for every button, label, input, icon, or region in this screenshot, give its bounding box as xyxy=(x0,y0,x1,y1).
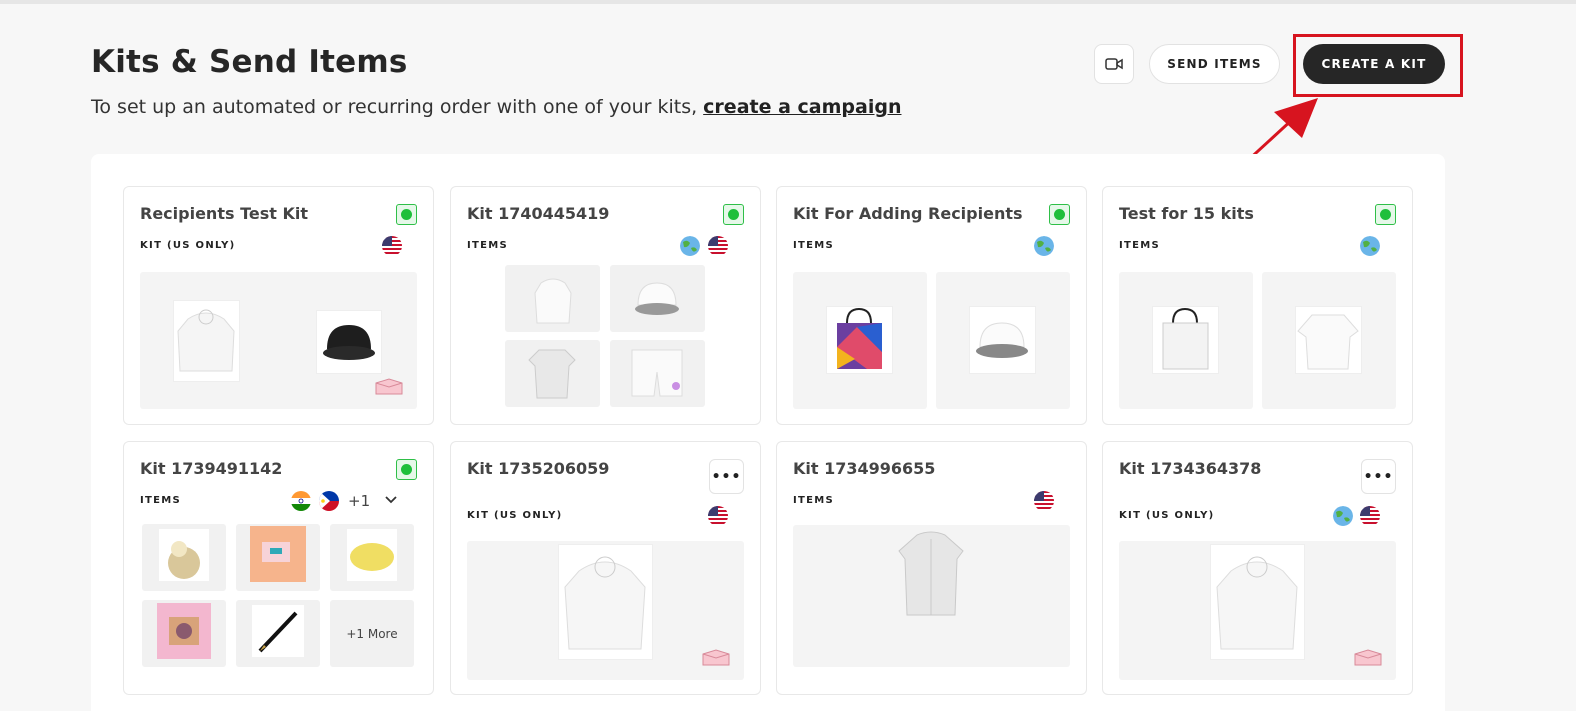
page-subtitle: To set up an automated or recurring orde… xyxy=(91,96,901,118)
top-border xyxy=(0,0,1576,4)
globe-icon xyxy=(680,236,700,256)
kit-card[interactable]: Kit 1735206059 ••• KIT (US ONLY) xyxy=(450,441,761,695)
item-thumb xyxy=(330,524,414,591)
globe-icon xyxy=(1333,506,1353,526)
item-tile xyxy=(793,272,927,409)
us-flag-icon xyxy=(1360,506,1380,526)
globe-icon xyxy=(1360,236,1380,256)
hoodie-image xyxy=(173,300,240,382)
kit-preview-area xyxy=(793,525,1070,667)
kit-card[interactable]: Kit 1734364378 ••• KIT (US ONLY) xyxy=(1102,441,1413,695)
ellipsis-icon: ••• xyxy=(1363,468,1394,485)
ellipsis-icon: ••• xyxy=(711,468,742,485)
kit-title: Recipients Test Kit xyxy=(140,204,308,223)
globe-icon xyxy=(1034,236,1054,256)
white-cap-image xyxy=(969,306,1036,374)
item-tile xyxy=(1119,272,1253,409)
item-thumb xyxy=(610,340,705,407)
hoodie-image xyxy=(1210,544,1305,660)
kit-type: KIT (US ONLY) xyxy=(140,240,236,251)
chevron-down-icon[interactable] xyxy=(384,495,398,505)
kit-type: ITEMS xyxy=(793,240,835,251)
active-status-icon[interactable] xyxy=(1049,204,1070,225)
more-options-button[interactable]: ••• xyxy=(1361,459,1396,494)
page-title: Kits & Send Items xyxy=(91,44,408,80)
gift-box-icon xyxy=(375,378,403,395)
kit-card[interactable]: Kit 1740445419 ITEMS xyxy=(450,186,761,425)
kit-card[interactable]: Kit 1739491142 ITEMS +1 +1 More xyxy=(123,441,434,695)
kit-card[interactable]: Recipients Test Kit KIT (US ONLY) xyxy=(123,186,434,425)
kit-title: Kit For Adding Recipients xyxy=(793,204,1023,223)
us-flag-icon xyxy=(382,236,402,256)
kit-type: ITEMS xyxy=(467,240,509,251)
item-thumb xyxy=(236,524,320,591)
us-flag-icon xyxy=(1034,491,1054,511)
kit-type: ITEMS xyxy=(793,495,835,506)
kit-card[interactable]: Kit 1734996655 ITEMS xyxy=(776,441,1087,695)
kit-title: Kit 1739491142 xyxy=(140,459,283,478)
item-thumb xyxy=(142,524,226,591)
more-options-button[interactable]: ••• xyxy=(709,459,744,494)
send-items-button[interactable]: SEND ITEMS xyxy=(1149,44,1280,84)
kit-title: Test for 15 kits xyxy=(1119,204,1254,223)
item-thumb xyxy=(505,340,600,407)
active-status-icon[interactable] xyxy=(723,204,744,225)
kit-type: KIT (US ONLY) xyxy=(467,510,563,521)
jacket-image xyxy=(898,531,964,616)
gift-box-icon xyxy=(702,649,730,666)
item-thumb xyxy=(142,600,226,667)
kit-card[interactable]: Test for 15 kits ITEMS xyxy=(1102,186,1413,425)
india-flag-icon xyxy=(291,491,311,511)
create-campaign-link[interactable]: create a campaign xyxy=(703,96,901,118)
hoodie-image xyxy=(558,544,653,660)
kit-type: KIT (US ONLY) xyxy=(1119,510,1215,521)
item-tile xyxy=(1262,272,1396,409)
philippines-flag-icon xyxy=(319,491,339,511)
active-status-icon[interactable] xyxy=(1375,204,1396,225)
us-flag-icon xyxy=(708,506,728,526)
kit-type: ITEMS xyxy=(1119,240,1161,251)
item-thumb xyxy=(610,265,705,332)
kit-card[interactable]: Kit For Adding Recipients ITEMS xyxy=(776,186,1087,425)
tote-bag-image xyxy=(826,306,893,374)
video-camera-icon xyxy=(1105,58,1123,70)
active-status-icon[interactable] xyxy=(396,459,417,480)
item-tile xyxy=(936,272,1070,409)
more-items-tile[interactable]: +1 More xyxy=(330,600,414,667)
extra-flags-count: +1 xyxy=(348,492,371,510)
us-flag-icon xyxy=(708,236,728,256)
gift-box-icon xyxy=(1354,649,1382,666)
black-cap-image xyxy=(316,310,382,374)
kit-title: Kit 1740445419 xyxy=(467,204,610,223)
kit-title: Kit 1734364378 xyxy=(1119,459,1262,478)
kit-preview-area xyxy=(467,541,744,680)
kit-title: Kit 1735206059 xyxy=(467,459,610,478)
tote-bag-image xyxy=(1152,306,1219,374)
sweatshirt-image xyxy=(1295,306,1362,374)
video-button[interactable] xyxy=(1094,44,1134,84)
kit-preview-area xyxy=(140,272,417,409)
kit-title: Kit 1734996655 xyxy=(793,459,936,478)
active-status-icon[interactable] xyxy=(396,204,417,225)
item-thumb xyxy=(505,265,600,332)
subtitle-text: To set up an automated or recurring orde… xyxy=(91,96,704,118)
annotation-highlight-box xyxy=(1293,34,1463,97)
kit-preview-area xyxy=(1119,541,1396,680)
item-thumb xyxy=(236,600,320,667)
kit-type: ITEMS xyxy=(140,495,182,506)
